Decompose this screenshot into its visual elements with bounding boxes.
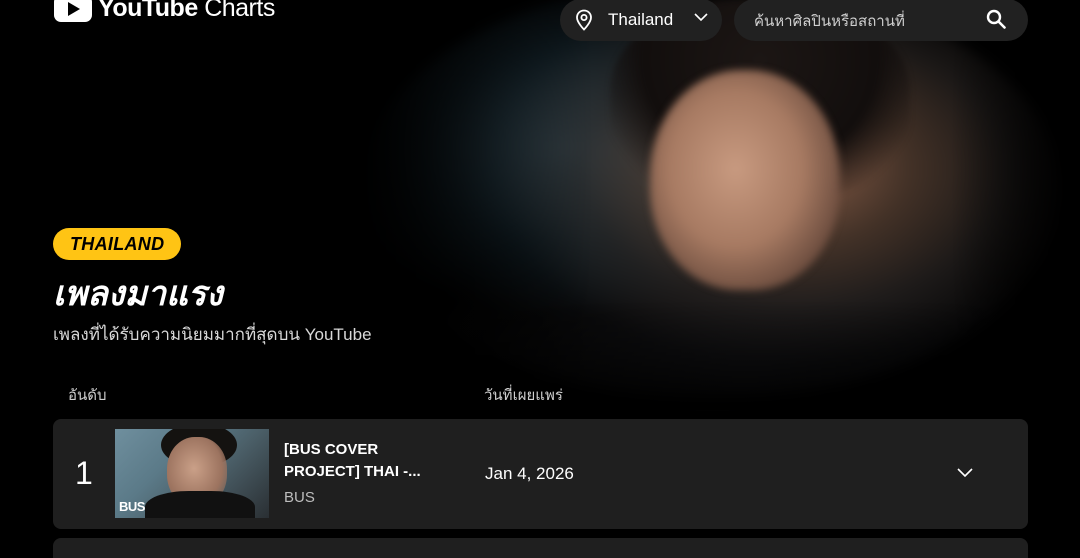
artist-name[interactable]: BUS [284,489,315,506]
column-header-rank: อันดับ [68,387,107,404]
country-badge: THAILAND [53,228,182,260]
youtube-play-icon [54,0,92,22]
chart-row[interactable]: 1 BUS [BUS COVER PROJECT] THAI -... BUS … [53,419,1028,529]
thumbnail-body [145,491,255,518]
country-selector[interactable]: Thailand [560,0,722,41]
youtube-charts-logo[interactable]: YouTube Charts [54,0,275,23]
rank-number: 1 [75,455,93,491]
chevron-down-icon[interactable] [957,468,973,478]
search-input[interactable] [752,8,976,34]
logo-text: YouTube Charts [98,0,275,22]
page-subtitle: เพลงที่ได้รับความนิยมมากที่สุดบน YouTube [53,325,372,344]
page-title: เพลงมาแรง [53,275,223,313]
thumbnail-logo: BUS [119,499,145,514]
search-box[interactable] [734,0,1028,41]
column-header-release-date: วันที่เผยแพร่ [484,387,563,404]
search-icon[interactable] [986,9,1006,29]
chart-row[interactable] [53,538,1028,558]
release-date: Jan 4, 2026 [485,464,574,483]
location-pin-icon [576,9,592,31]
country-label: Thailand [608,10,674,29]
video-thumbnail[interactable]: BUS [115,429,269,518]
chevron-down-icon [694,13,708,22]
song-title[interactable]: [BUS COVER PROJECT] THAI -... [284,439,434,483]
